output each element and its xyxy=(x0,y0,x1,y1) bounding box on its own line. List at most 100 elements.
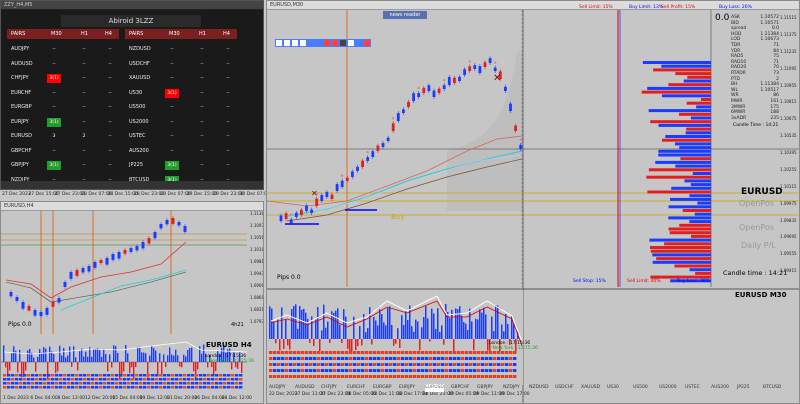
pair-tab-xauusd[interactable]: XAUUSD xyxy=(581,384,600,392)
pair-tab-gbpjpy[interactable]: GBPJPY xyxy=(477,384,493,392)
swatch-button[interactable] xyxy=(323,39,331,47)
eurusd-m30-window[interactable]: EURUSD,M30 news reader ✕ ✕ Pips 0.0 Buy … xyxy=(266,0,800,404)
header-m30: M30 xyxy=(169,31,180,37)
scanner-pair: AUDUSD xyxy=(11,60,33,67)
m30-newyork-time: * New York : 12:15:36 xyxy=(489,346,538,351)
scanner-row[interactable]: EURJPY 3(1) -- -- xyxy=(7,116,119,129)
swatch-button[interactable] xyxy=(307,39,315,47)
scanner-cell-h1: -- xyxy=(82,163,86,168)
header-h1: H1 xyxy=(81,31,88,37)
scanner-row[interactable]: AUDUSD -- -- -- xyxy=(7,58,119,71)
axis-label: 1.10675 xyxy=(780,116,797,122)
axis-label: 1.10395 xyxy=(780,150,797,155)
swatch-button[interactable] xyxy=(299,39,307,47)
pair-tab-ustec[interactable]: USTEC xyxy=(685,384,700,392)
scanner-cell-h4: -- xyxy=(108,47,112,52)
scanner-cell-h4: -- xyxy=(226,134,230,139)
scanner-cell-m30: -- xyxy=(170,148,174,154)
pair-tabs[interactable]: AUDJPY AUDUSD CHFJPY EURCHF EURGBP EURJPY EURU… xyxy=(267,384,799,392)
pair-tab-aus200[interactable]: AUS200 xyxy=(711,384,729,392)
scanner-cell-h4: -- xyxy=(108,163,112,168)
scanner-pair: US30 xyxy=(129,89,143,96)
pair-tab-gbpchf[interactable]: GBPCHF xyxy=(451,384,469,392)
scanner-cell-h1: -- xyxy=(82,105,86,110)
scanner-row[interactable]: NZDUSD -- -- -- xyxy=(125,43,237,56)
axis-label: 1.09435 xyxy=(250,271,264,276)
swatch-button[interactable] xyxy=(275,39,283,47)
header-h4: H4 xyxy=(223,31,230,37)
pair-tab-us30[interactable]: US30 xyxy=(607,384,619,392)
scanner-row[interactable]: US30 3(1) -- -- xyxy=(125,87,237,100)
eurusd-h4-window[interactable]: EURUSD,H4 Pips 0.0 4h21 EURUSD H4 London… xyxy=(0,201,264,404)
axis-label: 1.09975 xyxy=(780,200,797,206)
pair-tab-nzdjpy[interactable]: NZDJPY xyxy=(503,384,520,392)
swatch-button[interactable] xyxy=(355,39,363,47)
scanner-pair: XAUUSD xyxy=(129,75,151,81)
scanner-row[interactable]: US2000 -- -- -- xyxy=(125,116,237,129)
swatch-button[interactable] xyxy=(331,39,339,47)
h4-chart[interactable]: Pips 0.0 4h21 xyxy=(1,202,264,404)
axis-label: 1.11375 xyxy=(780,31,797,37)
scanner-cell-m30: 3(1) xyxy=(165,161,179,170)
scanner-row[interactable]: EURCHF -- -- -- xyxy=(7,87,119,100)
scanner-row[interactable]: GBPCHF -- -- -- xyxy=(7,145,119,158)
axis-label: 1.08310 xyxy=(250,307,264,312)
pair-tab-usdchf[interactable]: USDCHF xyxy=(555,384,574,392)
scanner-cell-h4: -- xyxy=(108,61,112,67)
pair-tab-eurjpy[interactable]: EURJPY xyxy=(399,384,415,392)
swatch-button[interactable] xyxy=(283,39,291,47)
pair-tab-btcusd[interactable]: BTCUSD xyxy=(763,384,781,392)
axis-label: 1.09695 xyxy=(780,234,797,240)
scanner-pair: EURGBP xyxy=(11,104,32,110)
pair-tab-us500[interactable]: US500 xyxy=(633,384,648,392)
scanner-cell-h4: -- xyxy=(108,76,112,81)
scanner-row[interactable]: XAUUSD -- -- -- xyxy=(125,72,237,85)
header-m30: M30 xyxy=(51,31,62,37)
scanner-pair: NZDUSD xyxy=(129,46,151,52)
axis-label: 1.09060 xyxy=(250,283,264,288)
scanner-x-axis: 27 Dec 2023 27 Dec 15:00 27 Dec 23:00 28 De… xyxy=(0,192,270,200)
scanner-cell-m30: -- xyxy=(52,105,56,110)
axis-label: 19 Dec 12:00 xyxy=(139,396,170,401)
scanner-pair: AUDJPY xyxy=(11,46,30,52)
swatch-button[interactable] xyxy=(291,39,299,47)
pair-tab-audusd[interactable]: AUDUSD xyxy=(295,384,314,392)
scanner-row[interactable]: USDCHF -- -- -- xyxy=(125,58,237,71)
scanner-row[interactable]: AUDJPY -- -- -- xyxy=(7,43,119,56)
pair-tab-us2000[interactable]: US2000 xyxy=(659,384,677,392)
scanner-row[interactable]: GBPJPY 3(1) -- -- xyxy=(7,159,119,172)
scanner-cell-h1: -- xyxy=(200,76,204,81)
swatch-button[interactable] xyxy=(339,39,347,47)
swatch-button[interactable] xyxy=(347,39,355,47)
scanner-row[interactable]: CHFJPY 3(1) -- -- xyxy=(7,72,119,85)
pair-tab-jp225[interactable]: JP225 xyxy=(737,384,750,392)
sell-limit-label-2: Sell Limit: 40% xyxy=(627,279,661,284)
axis-label: 26 Dec 04:00 xyxy=(194,396,225,401)
pair-tab-chfjpy[interactable]: CHFJPY xyxy=(321,384,337,392)
pair-tab-eurusd[interactable]: EURUSD xyxy=(425,384,444,392)
axis-label: 12 Dec 20:00 xyxy=(85,396,116,401)
scanner-cell-m30: -- xyxy=(170,105,174,110)
pair-tab-audjpy[interactable]: AUDJPY xyxy=(269,384,286,392)
m30-chart[interactable]: ✕ ✕ xyxy=(267,1,800,404)
scanner-row[interactable]: EURUSD 3 2 -- xyxy=(7,130,119,143)
pair-tab-eurchf[interactable]: EURCHF xyxy=(347,384,365,392)
toolbar-swatches[interactable] xyxy=(275,39,371,47)
candle-time-label: Candle time : 14:21 xyxy=(723,269,788,277)
scanner-row[interactable]: US500 -- -- -- xyxy=(125,101,237,114)
h4-time: 4h21 xyxy=(231,322,244,328)
swatch-button[interactable] xyxy=(315,39,323,47)
scanner-cell-m30: -- xyxy=(170,76,174,81)
scanner-row[interactable]: USTEC -- -- -- xyxy=(125,130,237,143)
h4-x-axis: 1 Dec 2023 6 Dec 04:00 8 Dec 12:00 12 Dec 2… xyxy=(1,396,263,403)
pair-tab-nzdusd[interactable]: NZDUSD xyxy=(529,384,549,392)
swatch-button[interactable] xyxy=(363,39,371,47)
sell-profit-label: Sell Profit: 15% xyxy=(661,5,696,10)
scanner-pair: CHFJPY xyxy=(11,75,29,81)
scanner-row[interactable]: JP225 3(1) -- -- xyxy=(125,159,237,172)
scanner-row[interactable]: AUS200 -- -- -- xyxy=(125,145,237,158)
scanner-row[interactable]: EURGBP -- -- -- xyxy=(7,101,119,114)
pair-tab-eurgbp[interactable]: EURGBP xyxy=(373,384,392,392)
axis-label: 1.11095 xyxy=(780,65,797,71)
scanner-cell-h4: -- xyxy=(226,105,230,110)
